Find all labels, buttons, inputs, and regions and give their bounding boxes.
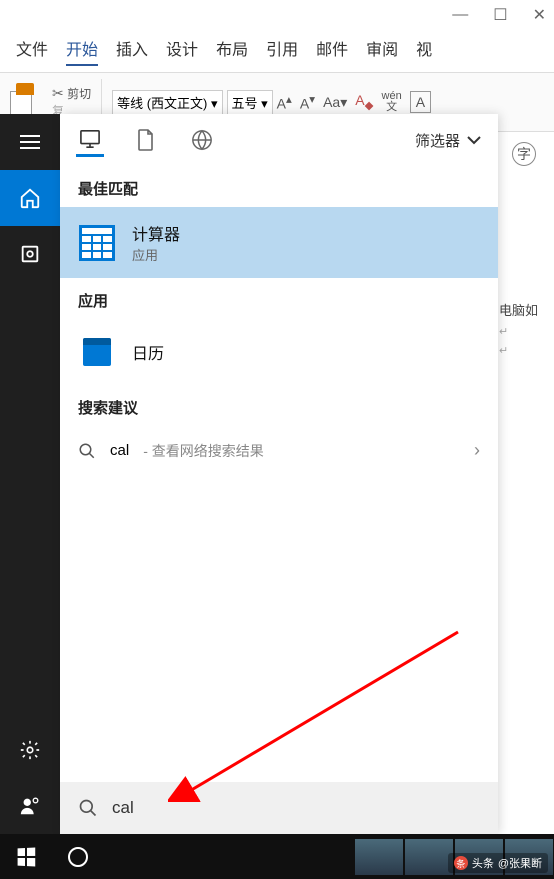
tab-references[interactable]: 引用: [266, 36, 298, 66]
maximize-button[interactable]: ☐: [493, 5, 507, 25]
start-button[interactable]: [0, 834, 52, 879]
monitor-icon: [79, 129, 101, 149]
document-text: 电脑如 ↵ ↵: [499, 300, 554, 363]
calendar-icon: [83, 338, 111, 366]
cortana-icon: [68, 847, 88, 867]
grow-font-button[interactable]: A▴: [277, 92, 292, 112]
best-match-header: 最佳匹配: [60, 166, 498, 207]
panel-body: [60, 475, 498, 782]
tab-view[interactable]: 视: [416, 36, 432, 66]
sidebar-menu-button[interactable]: [0, 114, 60, 170]
result-subtitle: 应用: [132, 245, 180, 264]
window-titlebar: — ☐ ✕: [0, 0, 554, 30]
account-icon: [19, 795, 41, 817]
sidebar-account-button[interactable]: [0, 778, 60, 834]
document-icon: [137, 129, 155, 151]
font-size-select[interactable]: 五号 ▾: [227, 90, 273, 115]
scope-web-button[interactable]: [188, 126, 216, 154]
result-calendar[interactable]: 日历: [60, 319, 498, 385]
tab-file[interactable]: 文件: [16, 36, 48, 66]
start-sidebar: [0, 114, 60, 834]
font-name-select[interactable]: 等线 (西文正文) ▾: [112, 90, 222, 115]
home-icon: [19, 187, 41, 209]
timeline-icon: [19, 243, 41, 265]
cut-label[interactable]: 剪切: [67, 87, 91, 101]
change-case-button[interactable]: Aa▾: [323, 94, 347, 111]
watermark-icon: 条: [454, 856, 468, 870]
suggestion-hint: - 查看网络搜索结果: [143, 441, 264, 461]
ribbon-tabs: 文件 开始 插入 设计 布局 引用 邮件 审阅 视: [0, 30, 554, 72]
search-input-box[interactable]: cal: [60, 782, 498, 834]
scope-documents-button[interactable]: [132, 126, 160, 154]
sidebar-timeline-button[interactable]: [0, 226, 60, 282]
gear-icon: [19, 739, 41, 761]
chevron-right-icon: ›: [474, 440, 480, 461]
minimize-button[interactable]: —: [452, 6, 468, 24]
suggestions-header: 搜索建议: [60, 385, 498, 426]
tab-layout[interactable]: 布局: [216, 36, 248, 66]
globe-icon: [191, 129, 213, 151]
search-input-value: cal: [112, 798, 134, 818]
windows-icon: [18, 847, 36, 866]
phonetic-guide-button[interactable]: wén文: [382, 91, 402, 113]
char-border-button[interactable]: A: [410, 91, 431, 113]
sidebar-settings-button[interactable]: [0, 722, 60, 778]
search-icon: [78, 798, 98, 818]
enclose-char-button[interactable]: 字: [512, 142, 536, 166]
tab-design[interactable]: 设计: [166, 36, 198, 66]
taskbar-app[interactable]: [405, 839, 453, 875]
filter-dropdown[interactable]: 筛选器: [415, 130, 482, 151]
tab-insert[interactable]: 插入: [116, 36, 148, 66]
search-panel: 筛选器 最佳匹配 计算器 应用 应用 日历: [60, 114, 498, 834]
taskbar-app[interactable]: [355, 839, 403, 875]
watermark: 条 头条@张果断: [448, 853, 548, 873]
search-scope-header: 筛选器: [60, 114, 498, 166]
search-icon: [78, 442, 96, 460]
result-calculator[interactable]: 计算器 应用: [60, 207, 498, 278]
cortana-button[interactable]: [52, 834, 104, 879]
clear-format-button[interactable]: A◆: [355, 92, 373, 112]
result-title: 计算器: [132, 221, 180, 245]
tab-home[interactable]: 开始: [66, 36, 98, 66]
close-button[interactable]: ✕: [533, 5, 546, 25]
annotation-arrow: [168, 622, 468, 802]
scope-all-button[interactable]: [76, 129, 104, 157]
hamburger-icon: [20, 131, 40, 153]
calculator-icon: [79, 225, 115, 261]
suggestion-query: cal: [110, 442, 129, 459]
shrink-font-button[interactable]: A▾: [300, 92, 315, 112]
scissors-icon: ✂: [52, 85, 64, 101]
tab-review[interactable]: 审阅: [366, 36, 398, 66]
chevron-down-icon: [466, 135, 482, 145]
apps-header: 应用: [60, 278, 498, 319]
web-suggestion[interactable]: cal - 查看网络搜索结果 ›: [60, 426, 498, 475]
result-title: 日历: [132, 340, 164, 364]
sidebar-home-button[interactable]: [0, 170, 60, 226]
tab-mail[interactable]: 邮件: [316, 36, 348, 66]
